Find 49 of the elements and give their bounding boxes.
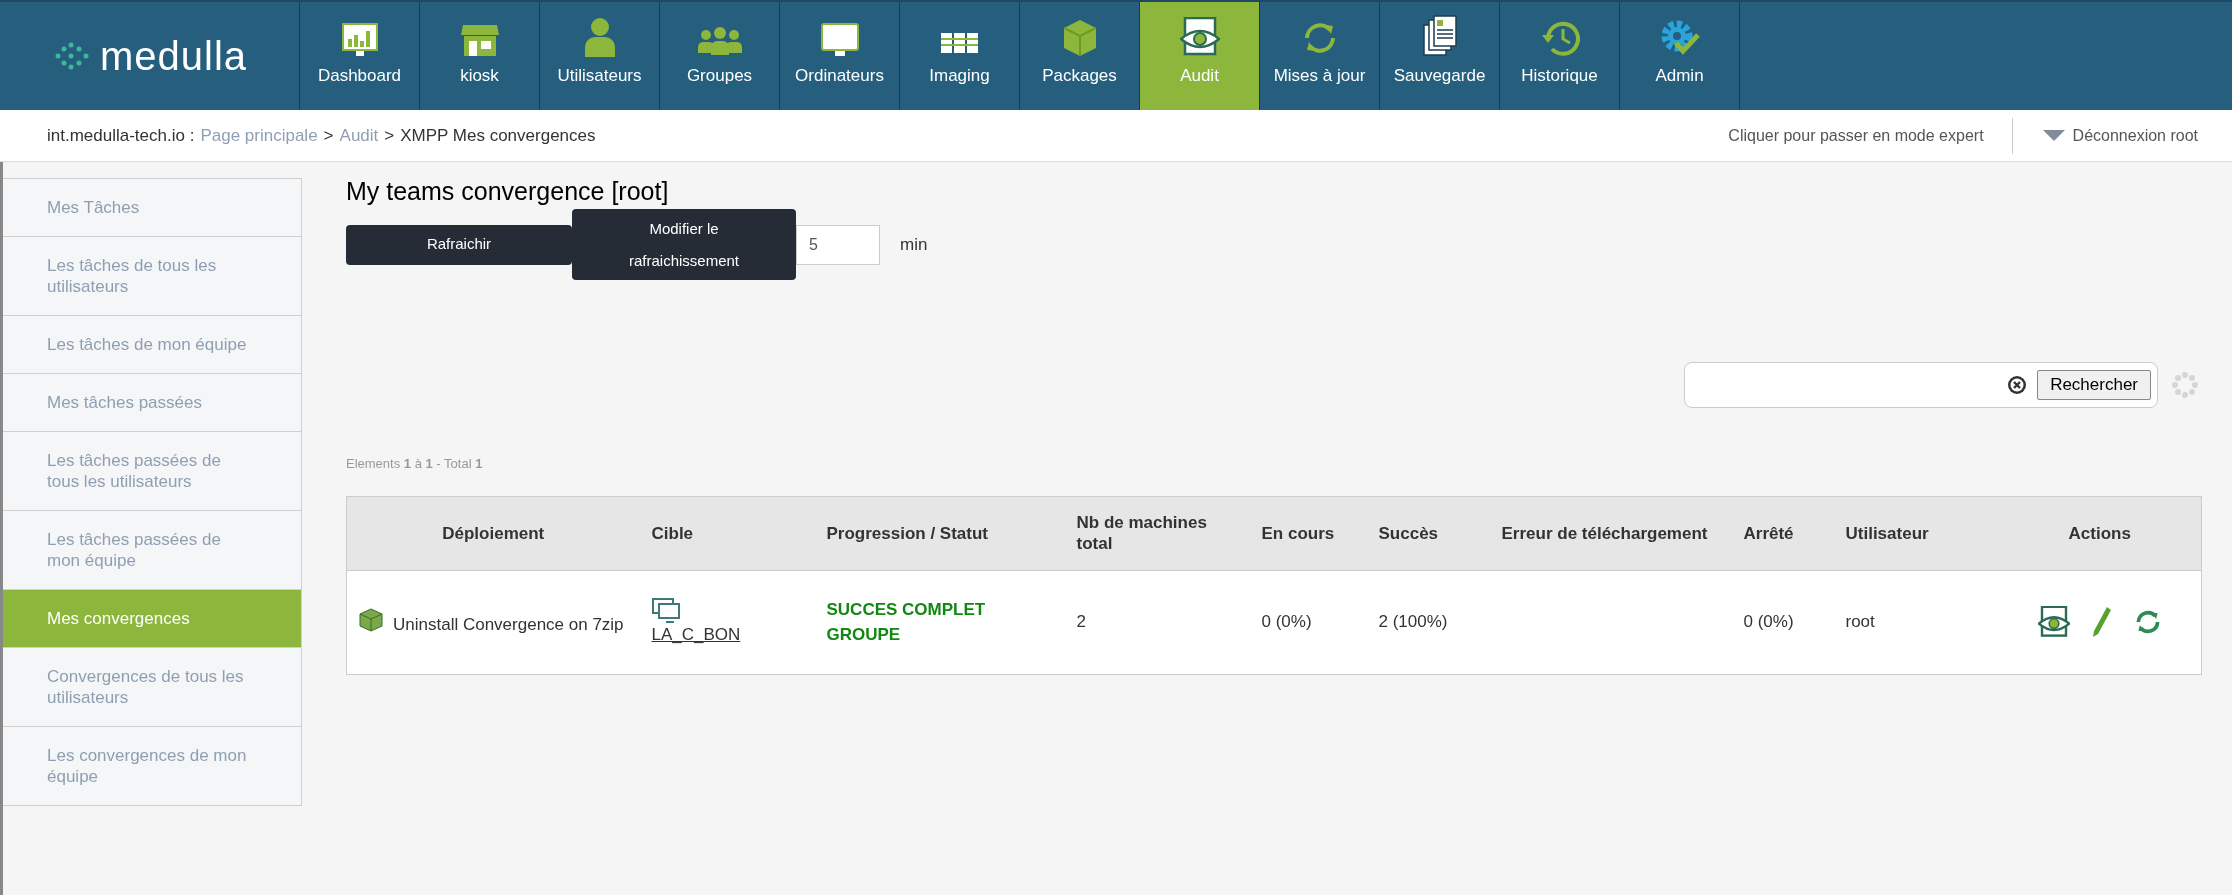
edit-button[interactable] [2091, 606, 2112, 638]
expert-mode-link[interactable]: Cliquer pour passer en mode expert [1728, 123, 2012, 148]
column-header: Erreur de téléchargement [1489, 496, 1732, 570]
interval-field[interactable]: 5 [796, 224, 880, 265]
breadcrumb-separator: > [323, 124, 334, 147]
column-header: Nb de machines total [1064, 496, 1250, 570]
logout-link[interactable]: Déconnexion root [2012, 123, 2198, 148]
clear-icon[interactable] [2007, 375, 2028, 395]
unit-label: min [900, 233, 928, 256]
search-button[interactable]: Rechercher [2037, 370, 2151, 400]
breadcrumb-separator: > [384, 124, 395, 147]
deployment-cell: Uninstall Convergence on 7zip [359, 608, 628, 636]
dashboard-icon [341, 22, 378, 57]
column-header: Progression / Statut [814, 496, 1065, 570]
package-icon [359, 608, 385, 632]
host-label: int.medulla-tech.io : [47, 124, 195, 147]
caret-icon [2042, 130, 2065, 141]
table-cell: 2 [1076, 612, 1086, 632]
gear-check-icon [1659, 18, 1700, 57]
status-text: SUCCES COMPLET GROUPE [826, 599, 986, 644]
shop-icon [460, 22, 499, 57]
pagination-info: Elements 1 à 1 - Total 1 [346, 455, 484, 473]
column-header: Succès [1366, 496, 1490, 570]
box-icon [1061, 18, 1098, 57]
column-header: En cours [1249, 496, 1367, 570]
monitor-icon [820, 22, 859, 57]
column-header: Déploiement [346, 496, 640, 570]
user-icon [582, 16, 617, 57]
table-cell: root [1845, 612, 1875, 632]
page-title: My teams convergence [root] [346, 176, 670, 206]
group-icon [696, 26, 743, 57]
documents-icon [1422, 14, 1457, 57]
column-header: Arrêté [1731, 496, 1834, 570]
column-header: Actions [1998, 496, 2202, 570]
target-link[interactable]: LA_C_BON [651, 624, 803, 646]
eye-window-icon [1179, 16, 1220, 57]
modify-refresh-button[interactable]: Modifier le rafraichissement [572, 209, 796, 280]
breadcrumb-current: XMPP Mes convergences [400, 124, 596, 147]
computers-icon [651, 598, 682, 624]
table-cell: 0 (0%) [1743, 612, 1794, 632]
column-header: Cible [639, 496, 815, 570]
loading-spinner-icon [2172, 372, 2198, 398]
audit-button[interactable] [2037, 606, 2070, 638]
search-field[interactable]: Rechercher [1684, 362, 2158, 408]
column-header: Utilisateur [1833, 496, 1999, 570]
table-cell: 0 (0%) [1261, 612, 1312, 632]
refresh-button[interactable]: Rafraichir [346, 224, 572, 265]
table-cell: 2 (100%) [1378, 612, 1448, 632]
logo-text: medulla [99, 33, 248, 80]
